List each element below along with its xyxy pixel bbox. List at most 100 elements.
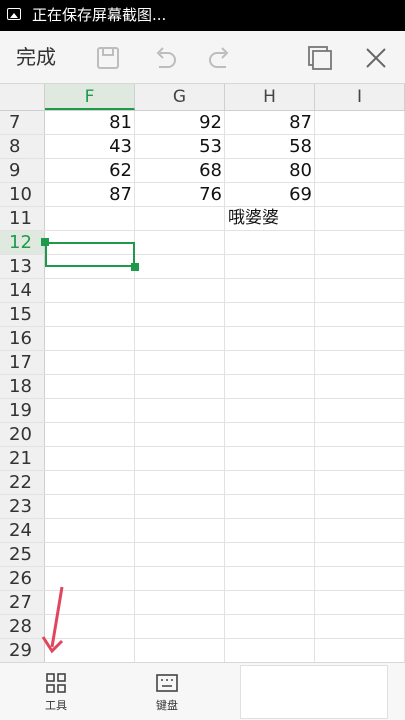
cell-f13[interactable] [45,255,135,278]
cell-g23[interactable] [135,495,225,518]
cell-i20[interactable] [315,423,405,446]
cell-g10[interactable]: 76 [135,183,225,206]
cell-i15[interactable] [315,303,405,326]
row-header[interactable]: 18 [0,375,45,398]
cell-g24[interactable] [135,519,225,542]
selection-handle-top-left[interactable] [41,238,49,246]
selection-handle-bottom-right[interactable] [131,263,139,271]
cell-h13[interactable] [225,255,315,278]
keyboard-button[interactable]: 键盘 [142,671,192,713]
cell-i12[interactable] [315,231,405,254]
cell-h29[interactable] [225,639,315,662]
cell-h7[interactable]: 87 [225,111,315,134]
cell-h19[interactable] [225,399,315,422]
row-header[interactable]: 21 [0,447,45,470]
cell-f28[interactable] [45,615,135,638]
row-header[interactable]: 23 [0,495,45,518]
cell-i7[interactable] [315,111,405,134]
row-header[interactable]: 10 [0,183,45,206]
cell-g29[interactable] [135,639,225,662]
cell-f23[interactable] [45,495,135,518]
row-header[interactable]: 20 [0,423,45,446]
cell-h23[interactable] [225,495,315,518]
cell-g27[interactable] [135,591,225,614]
undo-icon[interactable] [150,43,180,73]
row-header[interactable]: 22 [0,471,45,494]
cell-h17[interactable] [225,351,315,374]
cell-f19[interactable] [45,399,135,422]
cell-g11[interactable] [135,207,225,230]
cell-i28[interactable] [315,615,405,638]
redo-icon[interactable] [205,43,235,73]
cell-i17[interactable] [315,351,405,374]
cell-g26[interactable] [135,567,225,590]
cell-h25[interactable] [225,543,315,566]
cell-g17[interactable] [135,351,225,374]
cell-g21[interactable] [135,447,225,470]
cell-i21[interactable] [315,447,405,470]
row-header[interactable]: 14 [0,279,45,302]
row-header[interactable]: 13 [0,255,45,278]
column-header-h[interactable]: H [225,84,315,110]
cell-h26[interactable] [225,567,315,590]
cell-f22[interactable] [45,471,135,494]
cell-f18[interactable] [45,375,135,398]
cell-f11[interactable] [45,207,135,230]
cell-h10[interactable]: 69 [225,183,315,206]
cell-h9[interactable]: 80 [225,159,315,182]
row-header[interactable]: 9 [0,159,45,182]
cell-i19[interactable] [315,399,405,422]
cell-h22[interactable] [225,471,315,494]
cell-i25[interactable] [315,543,405,566]
cell-i8[interactable] [315,135,405,158]
select-all-corner[interactable] [0,84,45,110]
cell-g28[interactable] [135,615,225,638]
cell-f17[interactable] [45,351,135,374]
cell-g15[interactable] [135,303,225,326]
cell-i18[interactable] [315,375,405,398]
cell-h27[interactable] [225,591,315,614]
cell-g19[interactable] [135,399,225,422]
cell-h28[interactable] [225,615,315,638]
close-icon[interactable] [361,43,391,73]
row-header[interactable]: 29 [0,639,45,662]
done-button[interactable]: 完成 [16,44,56,70]
cell-g8[interactable]: 53 [135,135,225,158]
cell-i22[interactable] [315,471,405,494]
row-header[interactable]: 26 [0,567,45,590]
cell-f21[interactable] [45,447,135,470]
cell-f10[interactable]: 87 [45,183,135,206]
row-header[interactable]: 27 [0,591,45,614]
row-header[interactable]: 25 [0,543,45,566]
cell-f12[interactable] [45,231,135,254]
row-header[interactable]: 19 [0,399,45,422]
cell-g18[interactable] [135,375,225,398]
tools-button[interactable]: 工具 [31,671,81,713]
cell-h20[interactable] [225,423,315,446]
cell-f7[interactable]: 81 [45,111,135,134]
cell-h24[interactable] [225,519,315,542]
cell-f20[interactable] [45,423,135,446]
cell-g25[interactable] [135,543,225,566]
cell-f24[interactable] [45,519,135,542]
cell-i10[interactable] [315,183,405,206]
cell-h21[interactable] [225,447,315,470]
cell-f8[interactable]: 43 [45,135,135,158]
save-icon[interactable] [93,43,123,73]
cell-g9[interactable]: 68 [135,159,225,182]
row-header[interactable]: 28 [0,615,45,638]
cell-f29[interactable] [45,639,135,662]
cell-g22[interactable] [135,471,225,494]
cell-h16[interactable] [225,327,315,350]
cell-g7[interactable]: 92 [135,111,225,134]
cell-f9[interactable]: 62 [45,159,135,182]
row-header[interactable]: 15 [0,303,45,326]
cell-f25[interactable] [45,543,135,566]
row-header[interactable]: 7 [0,111,45,134]
cell-g16[interactable] [135,327,225,350]
cell-i27[interactable] [315,591,405,614]
cell-i14[interactable] [315,279,405,302]
cell-f16[interactable] [45,327,135,350]
cell-i11[interactable] [315,207,405,230]
column-header-g[interactable]: G [135,84,225,110]
